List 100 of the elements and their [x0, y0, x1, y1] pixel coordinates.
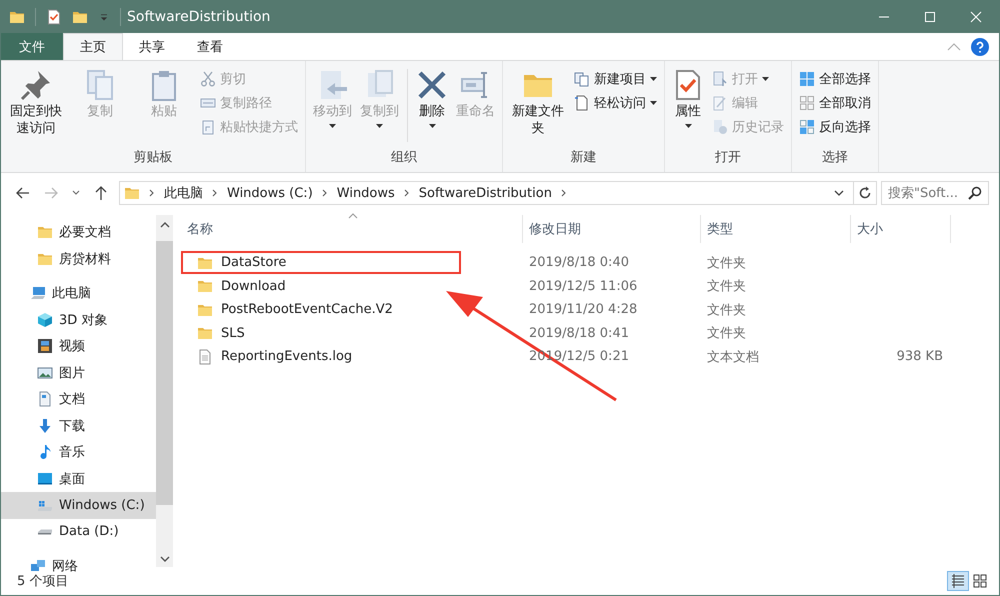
file-name[interactable]: Download: [221, 278, 286, 294]
file-name[interactable]: SLS: [221, 326, 245, 341]
column-header[interactable]: 修改日期: [523, 215, 701, 243]
sidebar-item[interactable]: 桌面: [1, 466, 156, 492]
chevron-right-icon: [211, 189, 219, 197]
ribbon-button[interactable]: 全部选择: [796, 67, 874, 90]
ribbon-button[interactable]: 新建文件夹: [507, 65, 569, 148]
sidebar-item[interactable]: Data (D:): [1, 518, 156, 545]
checkmark-page-icon: [46, 8, 62, 24]
ribbon-button[interactable]: 删除: [413, 65, 451, 148]
maximize-icon: [924, 10, 936, 22]
scrollbar[interactable]: [156, 215, 173, 567]
sidebar-item[interactable]: 3D 对象: [1, 306, 156, 333]
window-title: SoftwareDistribution: [127, 8, 270, 24]
table-cell-text: 938 KB: [896, 349, 944, 364]
caret-icon: [650, 100, 657, 104]
sidebar-item[interactable]: 下载: [1, 412, 156, 439]
cube-icon: [37, 312, 53, 328]
scroll-down-icon[interactable]: [160, 555, 170, 563]
ribbon-tab[interactable]: 主页: [63, 33, 123, 60]
film-strip-icon: [37, 338, 53, 354]
group-label: 新建: [570, 149, 598, 167]
computer-icon: [30, 285, 46, 302]
down-arrow-icon: [37, 418, 53, 434]
sidebar-item[interactable]: 音乐: [1, 439, 156, 466]
ribbon-button[interactable]: 固定到快速访问: [5, 65, 67, 148]
table-cell-text: 文件夹: [706, 302, 747, 319]
search-icon: [968, 186, 982, 200]
caret-icon: [762, 76, 769, 80]
breadcrumb[interactable]: 此电脑: [164, 184, 203, 202]
table-cell-text: 文件夹: [706, 278, 747, 296]
table-cell-text: 文本文档: [706, 348, 760, 366]
back-icon[interactable]: [15, 185, 31, 201]
folder-icon: [197, 325, 213, 342]
grid-icon: [799, 70, 815, 86]
sidebar-item[interactable]: 视频: [1, 333, 156, 360]
pencil-page-icon: [712, 94, 728, 110]
page-icon: [574, 94, 590, 110]
breadcrumb[interactable]: Windows (C:): [227, 186, 313, 200]
folder-icon: [124, 185, 140, 201]
pushpin-icon: [20, 69, 52, 101]
group-label: 组织: [390, 149, 418, 167]
sidebar-item[interactable]: 图片: [1, 360, 156, 386]
new-item-icon: [574, 70, 590, 86]
column-header[interactable]: 大小: [851, 215, 951, 243]
grid-icon: [799, 94, 815, 110]
caret-icon: [376, 124, 383, 128]
landscape-picture-icon: [37, 364, 53, 381]
refresh-button[interactable]: [853, 181, 877, 205]
ribbon-button[interactable]: 反向选择: [796, 115, 874, 138]
breadcrumb[interactable]: SoftwareDistribution: [418, 186, 552, 200]
ribbon-button[interactable]: 轻松访问: [571, 91, 660, 114]
sidebar-item[interactable]: 此电脑: [1, 280, 156, 306]
text-file-icon: [197, 348, 213, 365]
breadcrumb[interactable]: Windows: [336, 186, 395, 200]
search-field[interactable]: 搜索"Soft...: [881, 181, 989, 205]
table-cell-text: 2019/12/5 11:06: [528, 278, 638, 294]
up-arrow-icon[interactable]: [93, 185, 109, 201]
sidebar-item[interactable]: 文档: [1, 386, 156, 412]
sidebar-item[interactable]: Windows (C:): [1, 492, 156, 518]
caret-icon: [650, 76, 657, 80]
folder-icon: [37, 224, 53, 240]
drive-icon: [37, 528, 53, 535]
monitor-icon: [37, 470, 53, 487]
table-cell-text: 2019/8/18 0:41: [528, 326, 630, 341]
caret-icon: [329, 124, 336, 128]
ribbon-button[interactable]: 新建项目: [571, 67, 660, 90]
scissors-icon: [200, 70, 216, 86]
caret-icon: [684, 124, 692, 128]
address-field[interactable]: 此电脑 Windows (C:) Windows SoftwareDistribution: [119, 181, 854, 205]
caret-icon: [428, 124, 436, 128]
sort-caret-icon: [348, 213, 358, 219]
table-cell-text: 2019/11/20 4:28: [528, 302, 638, 318]
help-icon[interactable]: [971, 38, 989, 56]
file-name[interactable]: DataStore: [221, 255, 286, 270]
file-name[interactable]: ReportingEvents.log: [221, 349, 352, 364]
group-label: 选择: [821, 149, 849, 167]
ribbon-tab[interactable]: 查看: [181, 33, 239, 60]
sidebar-item[interactable]: 必要文档: [1, 219, 156, 246]
column-header[interactable]: 名称: [181, 215, 523, 243]
scroll-up-icon[interactable]: [160, 221, 170, 229]
ribbon-tab[interactable]: 文件: [1, 33, 63, 60]
chevron-right-icon: [402, 189, 411, 197]
ribbon-button[interactable]: 全部取消: [796, 91, 874, 114]
ribbon-button[interactable]: 属性: [669, 65, 707, 148]
cross-icon: [416, 69, 448, 101]
refresh-icon: [858, 186, 872, 200]
group-label: 打开: [714, 149, 742, 167]
ribbon-tab[interactable]: 共享: [123, 33, 181, 60]
chevron-right-icon: [148, 189, 156, 197]
details-view-button[interactable]: [947, 571, 969, 591]
table-cell-text: 文件夹: [706, 254, 747, 272]
close-icon: [970, 10, 982, 22]
sidebar-item[interactable]: 房贷材料: [1, 246, 156, 272]
document-icon: [37, 391, 53, 408]
file-name[interactable]: PostRebootEventCache.V2: [221, 302, 393, 318]
chevron-right-icon: [560, 189, 568, 197]
open-icon: [712, 70, 728, 86]
column-header[interactable]: 类型: [701, 215, 851, 243]
grid-icon: [799, 118, 815, 134]
